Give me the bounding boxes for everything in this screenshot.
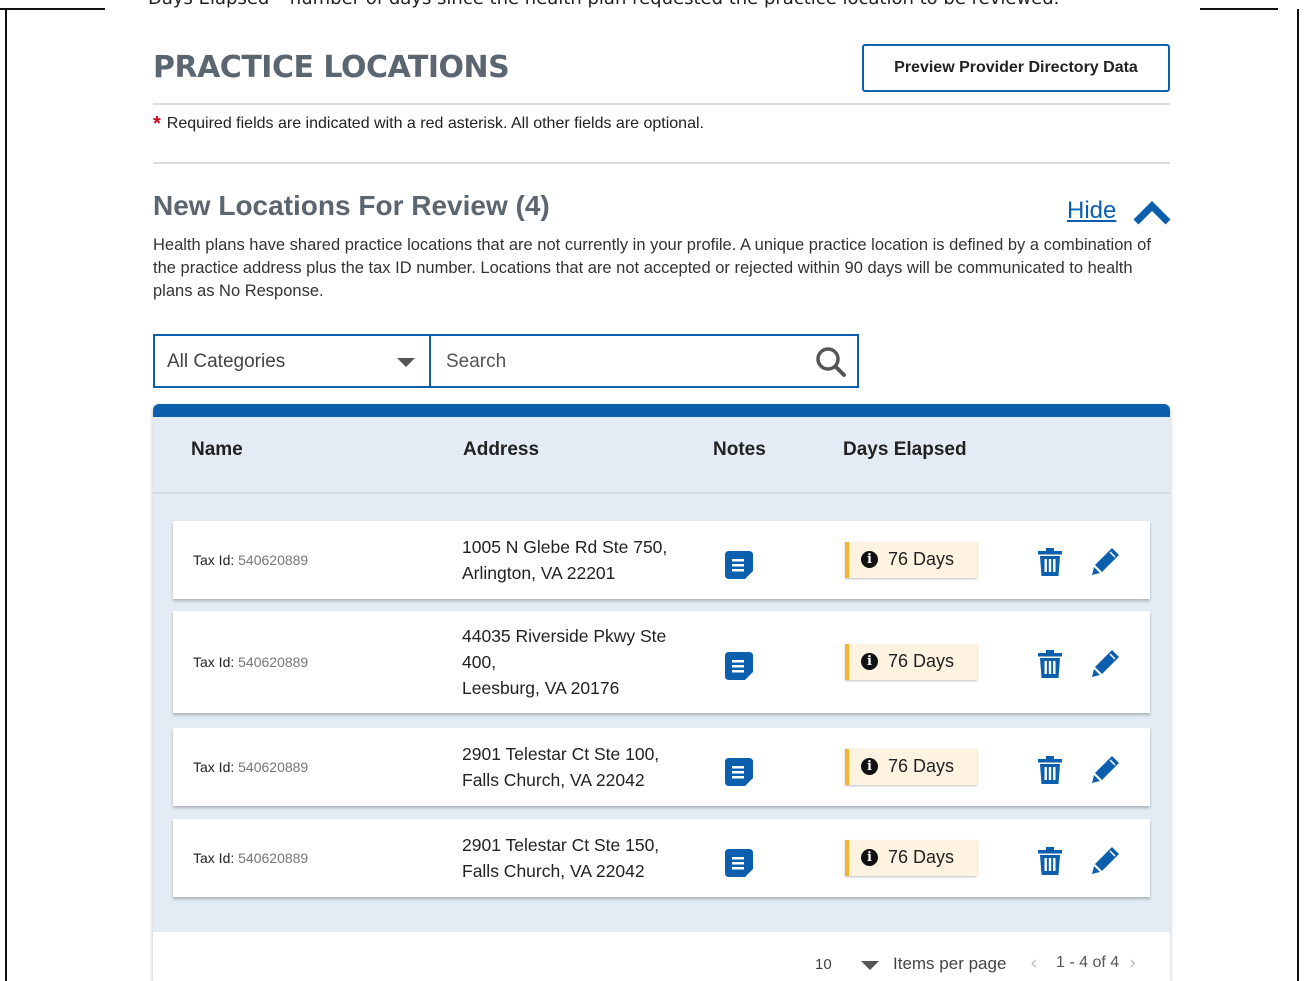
- pencil-icon[interactable]: [1091, 648, 1121, 678]
- tax-id-label: Tax Id:: [193, 552, 235, 568]
- frame-left-border: [5, 9, 7, 981]
- category-select-value: All Categories: [167, 351, 286, 372]
- trash-icon[interactable]: [1037, 650, 1063, 678]
- search-placeholder: Search: [446, 351, 507, 372]
- days-elapsed-badge: i 76 Days: [845, 644, 977, 680]
- header-notes[interactable]: Notes: [713, 439, 766, 461]
- address-line: Falls Church, VA 22042: [462, 770, 645, 790]
- address-line: 2901 Telestar Ct Ste 150,: [462, 835, 660, 855]
- filter-bar: All Categories Search: [153, 334, 859, 388]
- trash-icon[interactable]: [1037, 847, 1063, 875]
- tax-id-value: 540620889: [238, 759, 309, 775]
- trash-icon[interactable]: [1037, 756, 1063, 784]
- header-days-elapsed[interactable]: Days Elapsed: [843, 439, 967, 461]
- address: 44035 Riverside Pkwy Ste 400, Leesburg, …: [462, 623, 666, 701]
- days-elapsed-badge: i 76 Days: [845, 749, 977, 785]
- address-line: Arlington, VA 22201: [462, 563, 616, 583]
- pencil-icon[interactable]: [1091, 754, 1121, 784]
- page-size-value[interactable]: 10: [815, 956, 832, 973]
- tax-id-label: Tax Id:: [193, 759, 235, 775]
- address-line: 2901 Telestar Ct Ste 100,: [462, 744, 660, 764]
- locations-table: Name Address Notes Days Elapsed Tax Id: …: [153, 404, 1170, 981]
- days-elapsed-badge: i 76 Days: [845, 840, 977, 876]
- divider: [153, 103, 1170, 105]
- trash-icon[interactable]: [1037, 548, 1063, 576]
- address-line: 44035 Riverside Pkwy Ste: [462, 626, 667, 646]
- clipped-caption: Days Elapsed – number of days since the …: [148, 0, 1288, 10]
- header-address[interactable]: Address: [463, 439, 539, 461]
- search-input[interactable]: Search: [431, 336, 857, 386]
- tax-id-value: 540620889: [238, 654, 309, 670]
- tax-id: Tax Id: 540620889: [193, 552, 308, 568]
- table-row: Tax Id: 540620889 2901 Telestar Ct Ste 1…: [173, 819, 1150, 897]
- chevron-up-icon[interactable]: [1132, 196, 1172, 228]
- hide-link[interactable]: Hide: [1067, 197, 1116, 225]
- address: 1005 N Glebe Rd Ste 750, Arlington, VA 2…: [462, 534, 667, 586]
- tax-id: Tax Id: 540620889: [193, 654, 308, 670]
- caret-down-icon[interactable]: [861, 961, 879, 970]
- items-per-page-label: Items per page: [893, 954, 1007, 973]
- section-description: Health plans have shared practice locati…: [153, 236, 1151, 300]
- table-header: Name Address Notes Days Elapsed: [153, 417, 1170, 494]
- tax-id: Tax Id: 540620889: [193, 850, 308, 866]
- tax-id-value: 540620889: [238, 552, 309, 568]
- days-elapsed-badge: i 76 Days: [845, 542, 977, 578]
- info-icon: i: [861, 551, 878, 568]
- tax-id-label: Tax Id:: [193, 850, 235, 866]
- note-icon[interactable]: [723, 650, 755, 682]
- info-icon: i: [861, 849, 878, 866]
- preview-provider-directory-button[interactable]: Preview Provider Directory Data: [862, 44, 1170, 92]
- required-note-text: Required fields are indicated with a red…: [166, 115, 704, 132]
- search-icon[interactable]: [815, 346, 847, 378]
- note-icon[interactable]: [723, 847, 755, 879]
- page-range: 1 - 4 of 4: [1056, 954, 1120, 971]
- pencil-icon[interactable]: [1091, 546, 1121, 576]
- required-asterisk: *: [153, 113, 161, 135]
- tax-id-value: 540620889: [238, 850, 309, 866]
- days-elapsed-value: 76 Days: [888, 847, 955, 867]
- days-elapsed-value: 76 Days: [888, 651, 955, 671]
- header-name[interactable]: Name: [191, 439, 243, 461]
- pagination-bar: 10 Items per page ‹ 1 - 4 of 4 ›: [153, 932, 1170, 981]
- caret-down-icon: [397, 358, 415, 367]
- days-elapsed-value: 76 Days: [888, 549, 955, 569]
- address-line: Leesburg, VA 20176: [462, 678, 620, 698]
- info-icon: i: [861, 758, 878, 775]
- address: 2901 Telestar Ct Ste 100, Falls Church, …: [462, 741, 659, 793]
- section-title: New Locations For Review (4): [153, 190, 550, 221]
- category-select[interactable]: All Categories: [155, 336, 431, 386]
- page-title: PRACTICE LOCATIONS: [153, 50, 510, 85]
- frame-top-left-line: [0, 8, 105, 10]
- frame-right-border: [1297, 9, 1299, 981]
- table-row: Tax Id: 540620889 1005 N Glebe Rd Ste 75…: [173, 521, 1150, 599]
- tax-id-label: Tax Id:: [193, 654, 235, 670]
- pencil-icon[interactable]: [1091, 845, 1121, 875]
- address-line: 400,: [462, 652, 497, 672]
- tax-id: Tax Id: 540620889: [193, 759, 308, 775]
- note-icon[interactable]: [723, 549, 755, 581]
- address-line: Falls Church, VA 22042: [462, 861, 645, 881]
- prev-page-icon[interactable]: ‹: [1030, 952, 1038, 974]
- divider: [153, 162, 1170, 164]
- required-fields-note: * Required fields are indicated with a re…: [153, 113, 704, 136]
- next-page-icon[interactable]: ›: [1129, 952, 1137, 974]
- days-elapsed-value: 76 Days: [888, 756, 955, 776]
- table-row: Tax Id: 540620889 44035 Riverside Pkwy S…: [173, 611, 1150, 713]
- table-row: Tax Id: 540620889 2901 Telestar Ct Ste 1…: [173, 728, 1150, 806]
- note-icon[interactable]: [723, 756, 755, 788]
- address-line: 1005 N Glebe Rd Ste 750,: [462, 537, 668, 557]
- info-icon: i: [861, 653, 878, 670]
- address: 2901 Telestar Ct Ste 150, Falls Church, …: [462, 832, 659, 884]
